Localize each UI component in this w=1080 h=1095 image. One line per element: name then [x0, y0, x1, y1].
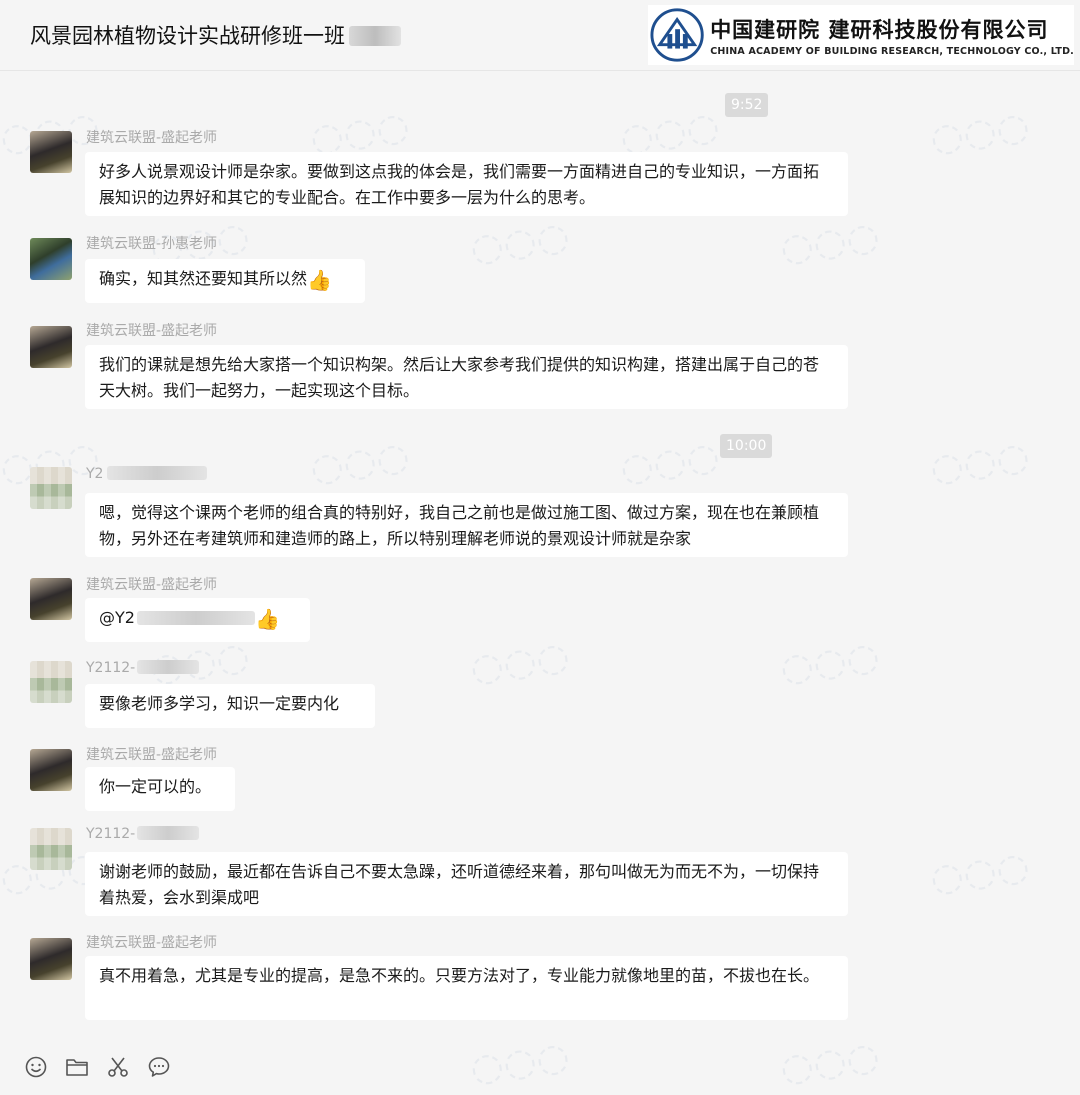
avatar[interactable] — [30, 938, 72, 980]
blurred-name — [137, 660, 200, 674]
chat-title: 风景园林植物设计实战研修班一班 — [30, 20, 401, 50]
blurred-name — [137, 826, 200, 840]
blurred-mention — [136, 611, 255, 625]
sender-name: Y2 — [86, 466, 208, 482]
avatar[interactable] — [30, 238, 72, 280]
sender-name: 建筑云联盟-盛起老师 — [86, 935, 218, 951]
sender-name: 建筑云联盟-盛起老师 — [86, 577, 218, 593]
sender-name: 建筑云联盟-孙惠老师 — [86, 236, 218, 252]
message-text: 嗯，觉得这个课两个老师的组合真的特别好，我自己之前也是做过施工图、做过方案，现在… — [99, 503, 820, 548]
logo-chinese-name: 中国建研院 建研科技股份有限公司 — [710, 16, 1049, 42]
sender-name: Y2112- — [86, 660, 200, 676]
chat-title-text: 风景园林植物设计实战研修班一班 — [30, 24, 345, 48]
message-text: 谢谢老师的鼓励，最近都在告诉自己不要太急躁，还听道德经来着，那句叫做无为而无不为… — [99, 862, 820, 907]
sender-name: 建筑云联盟-盛起老师 — [86, 747, 218, 763]
avatar[interactable] — [30, 578, 72, 620]
company-logo: 中国建研院 建研科技股份有限公司 CHINA ACADEMY OF BUILDI… — [648, 5, 1074, 65]
sender-name: 建筑云联盟-盛起老师 — [86, 323, 218, 339]
logo-english-name: CHINA ACADEMY OF BUILDING RESEARCH, TECH… — [710, 45, 1074, 57]
message-bubble[interactable]: 确实，知其然还要知其所以然👍 — [85, 259, 365, 303]
avatar[interactable] — [30, 749, 72, 791]
avatar[interactable] — [30, 661, 72, 703]
avatar[interactable] — [30, 467, 72, 509]
smiley-icon[interactable] — [24, 1055, 48, 1079]
message-text: 你一定可以的。 — [99, 777, 212, 796]
chat-bubble-icon[interactable] — [147, 1055, 171, 1079]
message-bubble[interactable]: 好多人说景观设计师是杂家。要做到这点我的体会是，我们需要一方面精进自己的专业知识… — [85, 152, 848, 216]
message-bubble[interactable]: 谢谢老师的鼓励，最近都在告诉自己不要太急躁，还听道德经来着，那句叫做无为而无不为… — [85, 852, 848, 916]
message-bubble[interactable]: 我们的课就是想先给大家搭一个知识构架。然后让大家参考我们提供的知识构建，搭建出属… — [85, 345, 848, 409]
message-text: 确实，知其然还要知其所以然 — [99, 269, 308, 288]
message-bubble[interactable]: 嗯，觉得这个课两个老师的组合真的特别好，我自己之前也是做过施工图、做过方案，现在… — [85, 493, 848, 557]
avatar[interactable] — [30, 326, 72, 368]
timestamp: 9:52 — [725, 93, 769, 117]
blurred-name — [107, 466, 208, 480]
chat-header: 风景园林植物设计实战研修班一班 中国建研院 建研科技股份有限公司 CHINA A… — [0, 0, 1080, 71]
message-bubble[interactable]: 真不用着急，尤其是专业的提高，是急不来的。只要方法对了，专业能力就像地里的苗，不… — [85, 956, 848, 1020]
logo-emblem-icon — [650, 8, 704, 62]
message-text: 要像老师多学习，知识一定要内化 — [99, 694, 340, 713]
message-text: 真不用着急，尤其是专业的提高，是急不来的。只要方法对了，专业能力就像地里的苗，不… — [99, 966, 820, 985]
sender-name: 建筑云联盟-盛起老师 — [86, 130, 218, 146]
avatar[interactable] — [30, 828, 72, 870]
folder-icon[interactable] — [65, 1055, 89, 1079]
message-text: 我们的课就是想先给大家搭一个知识构架。然后让大家参考我们提供的知识构建，搭建出属… — [99, 355, 820, 400]
timestamp: 10:00 — [720, 434, 773, 458]
avatar[interactable] — [30, 131, 72, 173]
thumbs-up-icon: 👍 — [307, 268, 332, 292]
mention-text: @Y2 — [99, 608, 135, 627]
thumbs-up-icon: 👍 — [254, 607, 280, 631]
sender-name: Y2112- — [86, 826, 200, 842]
blurred-title-suffix — [349, 26, 401, 46]
message-bubble[interactable]: 要像老师多学习，知识一定要内化 — [85, 684, 375, 728]
scissors-icon[interactable] — [106, 1055, 130, 1079]
message-bubble[interactable]: 你一定可以的。 — [85, 767, 235, 811]
message-text: 好多人说景观设计师是杂家。要做到这点我的体会是，我们需要一方面精进自己的专业知识… — [99, 162, 820, 207]
message-bubble[interactable]: @Y2 👍 — [85, 598, 310, 642]
